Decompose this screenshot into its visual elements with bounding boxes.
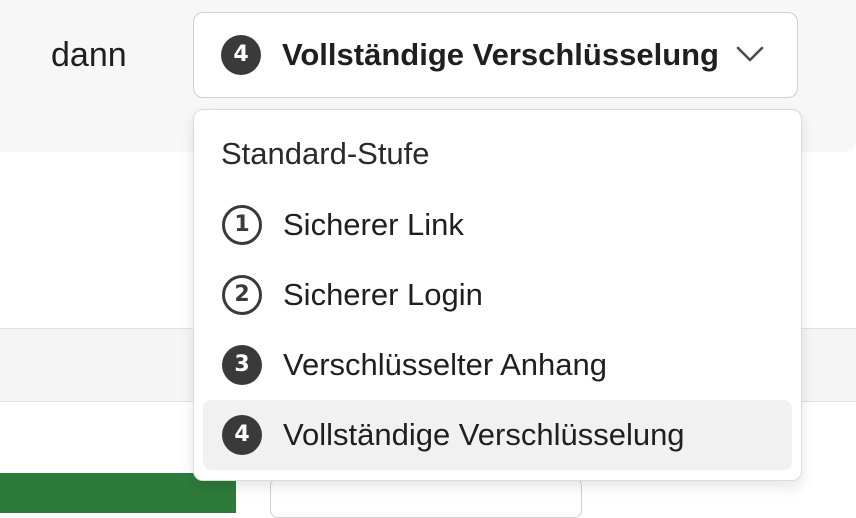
option-vollstaendige-verschluesselung[interactable]: 4 Vollständige Verschlüsselung [203,400,792,470]
option-sicherer-link[interactable]: 1 Sicherer Link [203,190,792,260]
option-label: Sicherer Login [283,277,483,312]
level-1-icon: 1 [222,205,262,245]
option-label: Sicherer Link [283,207,464,242]
select-value-label: Vollständige Verschlüsselung [282,37,719,72]
security-level-dropdown: Standard-Stufe 1 Sicherer Link 2 Sichere… [193,109,802,481]
chevron-down-icon[interactable] [735,45,765,63]
option-verschluesselter-anhang[interactable]: 3 Verschlüsselter Anhang [203,330,792,400]
security-level-select[interactable]: 4 Vollständige Verschlüsselung [193,12,798,98]
level-4-icon: 4 [221,35,261,75]
background-input-field[interactable] [270,478,582,518]
option-label: Verschlüsselter Anhang [283,347,607,382]
option-sicherer-login[interactable]: 2 Sicherer Login [203,260,792,330]
condition-then-label: dann [51,36,127,74]
level-4-icon: 4 [222,415,262,455]
option-label: Vollständige Verschlüsselung [283,417,685,452]
level-3-icon: 3 [222,345,262,385]
level-2-icon: 2 [222,275,262,315]
dropdown-group-header: Standard-Stufe [221,136,430,171]
